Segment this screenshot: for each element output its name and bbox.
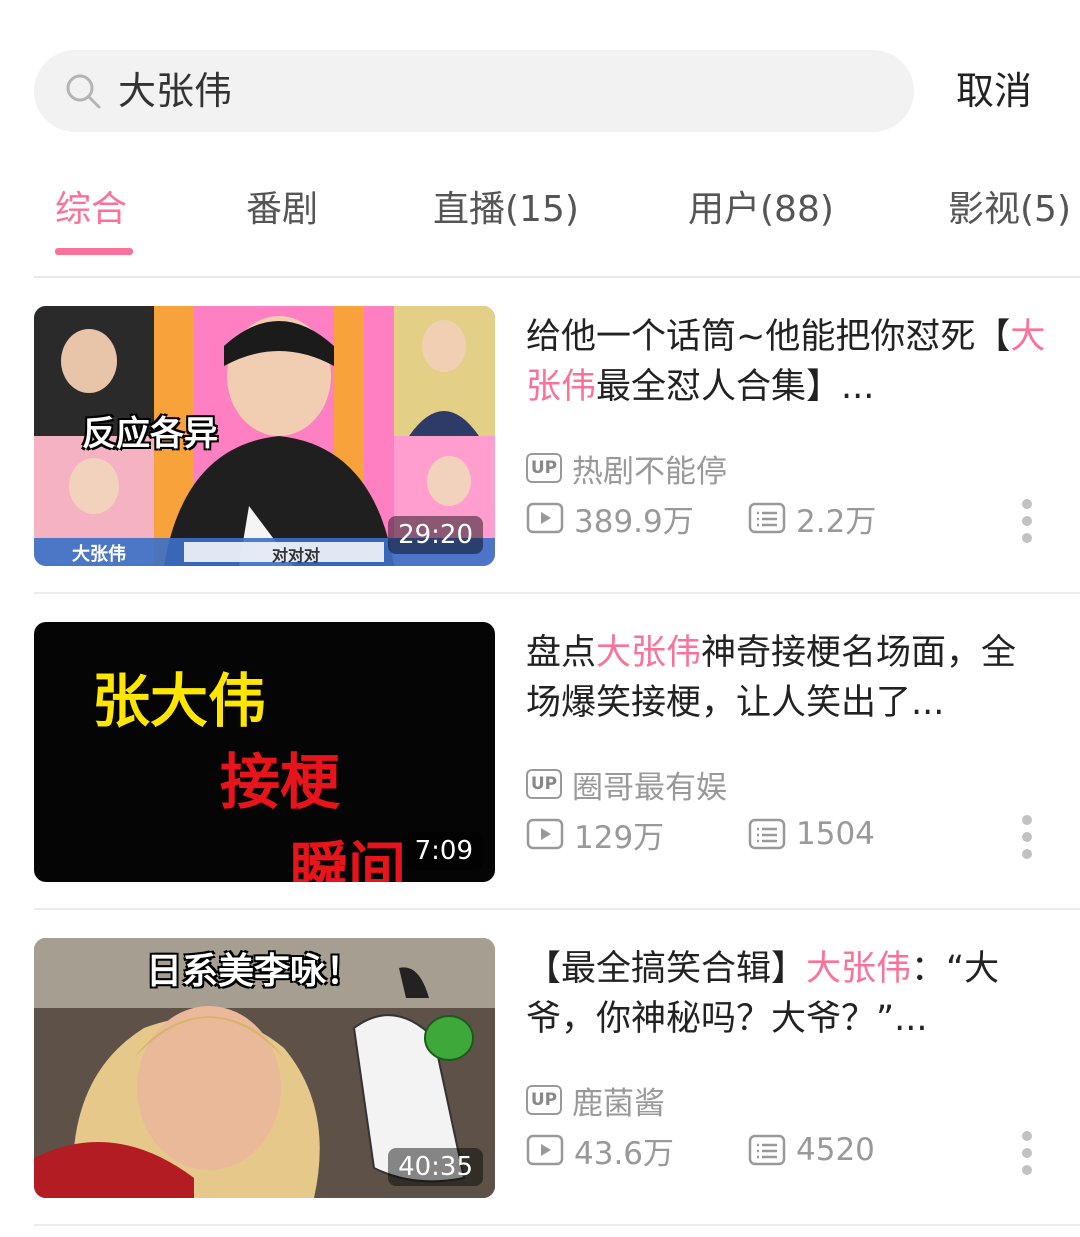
uploader-name: 热剧不能停 — [572, 453, 727, 490]
video-stats: 389.9万 2.2万 — [526, 496, 1066, 540]
title-text: 最全怼人合集】... — [596, 367, 875, 407]
thumbnail-caption: 反应各异 — [82, 414, 218, 454]
cancel-button[interactable]: 取消 — [956, 66, 1032, 116]
title-text: 【最全搞笑合辑】 — [526, 949, 807, 989]
play-count: 389.9万 — [526, 496, 694, 540]
up-badge-icon: UP — [526, 769, 562, 799]
uploader-row: UP 圈哥最有娱 — [526, 766, 727, 806]
thumbnail-caption: 日系美李咏！ — [146, 951, 363, 992]
thumbnail-caption: 张大伟 — [92, 667, 267, 735]
play-count-value: 43.6万 — [574, 1135, 675, 1172]
video-title[interactable]: 给他一个话筒~他能把你怼死【大张伟最全怼人合集】... — [526, 312, 1046, 412]
video-duration: 40:35 — [388, 1148, 483, 1186]
active-tab-indicator — [55, 248, 133, 255]
play-count: 129万 — [526, 812, 664, 856]
video-stats: 43.6万 4520 — [526, 1128, 1066, 1172]
search-icon — [66, 74, 101, 109]
video-result-card[interactable]: 张大伟 接梗 瞬间 7:09 盘点大张伟神奇接梗名场面，全场爆笑接梗，让人笑出了… — [0, 594, 1080, 910]
uploader-name: 圈哥最有娱 — [572, 769, 727, 806]
tab-users[interactable]: 用户(88) — [688, 188, 834, 232]
comment-count-value: 2.2万 — [796, 503, 877, 540]
video-result-card[interactable]: 反应各异 大张伟 对对对 29:20 给他一个话筒~他能把你怼死【大张伟最全怼人… — [0, 278, 1080, 594]
comment-count: 2.2万 — [748, 496, 876, 540]
video-title[interactable]: 盘点大张伟神奇接梗名场面，全场爆笑接梗，让人笑出了... — [526, 628, 1046, 728]
up-badge-icon: UP — [526, 1085, 562, 1115]
search-input[interactable]: 大张伟 — [34, 50, 914, 132]
video-stats: 129万 1504 — [526, 812, 1066, 856]
comment-count-icon — [748, 502, 786, 534]
thumbnail-caption: 对对对 — [272, 546, 321, 565]
uploader-row: UP 热剧不能停 — [526, 450, 727, 490]
search-query-text: 大张伟 — [118, 69, 233, 113]
card-divider — [34, 1224, 1080, 1226]
tab-movies[interactable]: 影视(5) — [948, 188, 1071, 232]
comment-count-value: 1504 — [796, 816, 875, 852]
comment-count: 1504 — [748, 812, 875, 856]
thumbnail-caption: 瞬间 — [290, 835, 407, 882]
video-result-card[interactable]: 日系美李咏！ 40:35 【最全搞笑合辑】大张伟：“大爷，你神秘吗？大爷？”..… — [0, 910, 1080, 1226]
title-keyword-highlight: 大张伟 — [806, 949, 912, 989]
video-title[interactable]: 【最全搞笑合辑】大张伟：“大爷，你神秘吗？大爷？”... — [526, 944, 1046, 1044]
video-thumbnail[interactable]: 张大伟 接梗 瞬间 7:09 — [34, 622, 495, 882]
uploader-name: 鹿菌酱 — [572, 1085, 665, 1122]
comment-count-value: 4520 — [796, 1132, 875, 1168]
comment-count-icon — [748, 818, 786, 850]
video-duration: 29:20 — [388, 516, 483, 554]
play-count-value: 389.9万 — [574, 503, 694, 540]
play-count-icon — [526, 1134, 564, 1166]
thumbnail-caption: 接梗 — [220, 748, 340, 818]
video-thumbnail[interactable]: 日系美李咏！ 40:35 — [34, 938, 495, 1198]
more-vertical-icon[interactable] — [1020, 1130, 1034, 1176]
tab-live[interactable]: 直播(15) — [433, 188, 579, 232]
video-duration: 7:09 — [404, 832, 483, 870]
comment-count: 4520 — [748, 1128, 875, 1172]
play-count-icon — [526, 502, 564, 534]
result-tabs: 综合 番剧 直播(15) 用户(88) 影视(5) — [0, 180, 1080, 260]
play-count: 43.6万 — [526, 1128, 674, 1172]
uploader-row: UP 鹿菌酱 — [526, 1082, 665, 1122]
thumbnail-caption: 大张伟 — [72, 544, 126, 565]
up-badge-icon: UP — [526, 453, 562, 483]
title-text: 给他一个话筒~他能把你怼死【 — [526, 317, 1011, 357]
more-vertical-icon[interactable] — [1020, 814, 1034, 860]
title-keyword-highlight: 大张伟 — [596, 633, 702, 673]
play-count-value: 129万 — [574, 819, 665, 856]
tab-anime[interactable]: 番剧 — [246, 188, 318, 232]
video-thumbnail[interactable]: 反应各异 大张伟 对对对 29:20 — [34, 306, 495, 566]
comment-count-icon — [748, 1134, 786, 1166]
play-count-icon — [526, 818, 564, 850]
title-text: 盘点 — [526, 633, 597, 673]
tab-all[interactable]: 综合 — [55, 188, 127, 232]
more-vertical-icon[interactable] — [1020, 498, 1034, 544]
